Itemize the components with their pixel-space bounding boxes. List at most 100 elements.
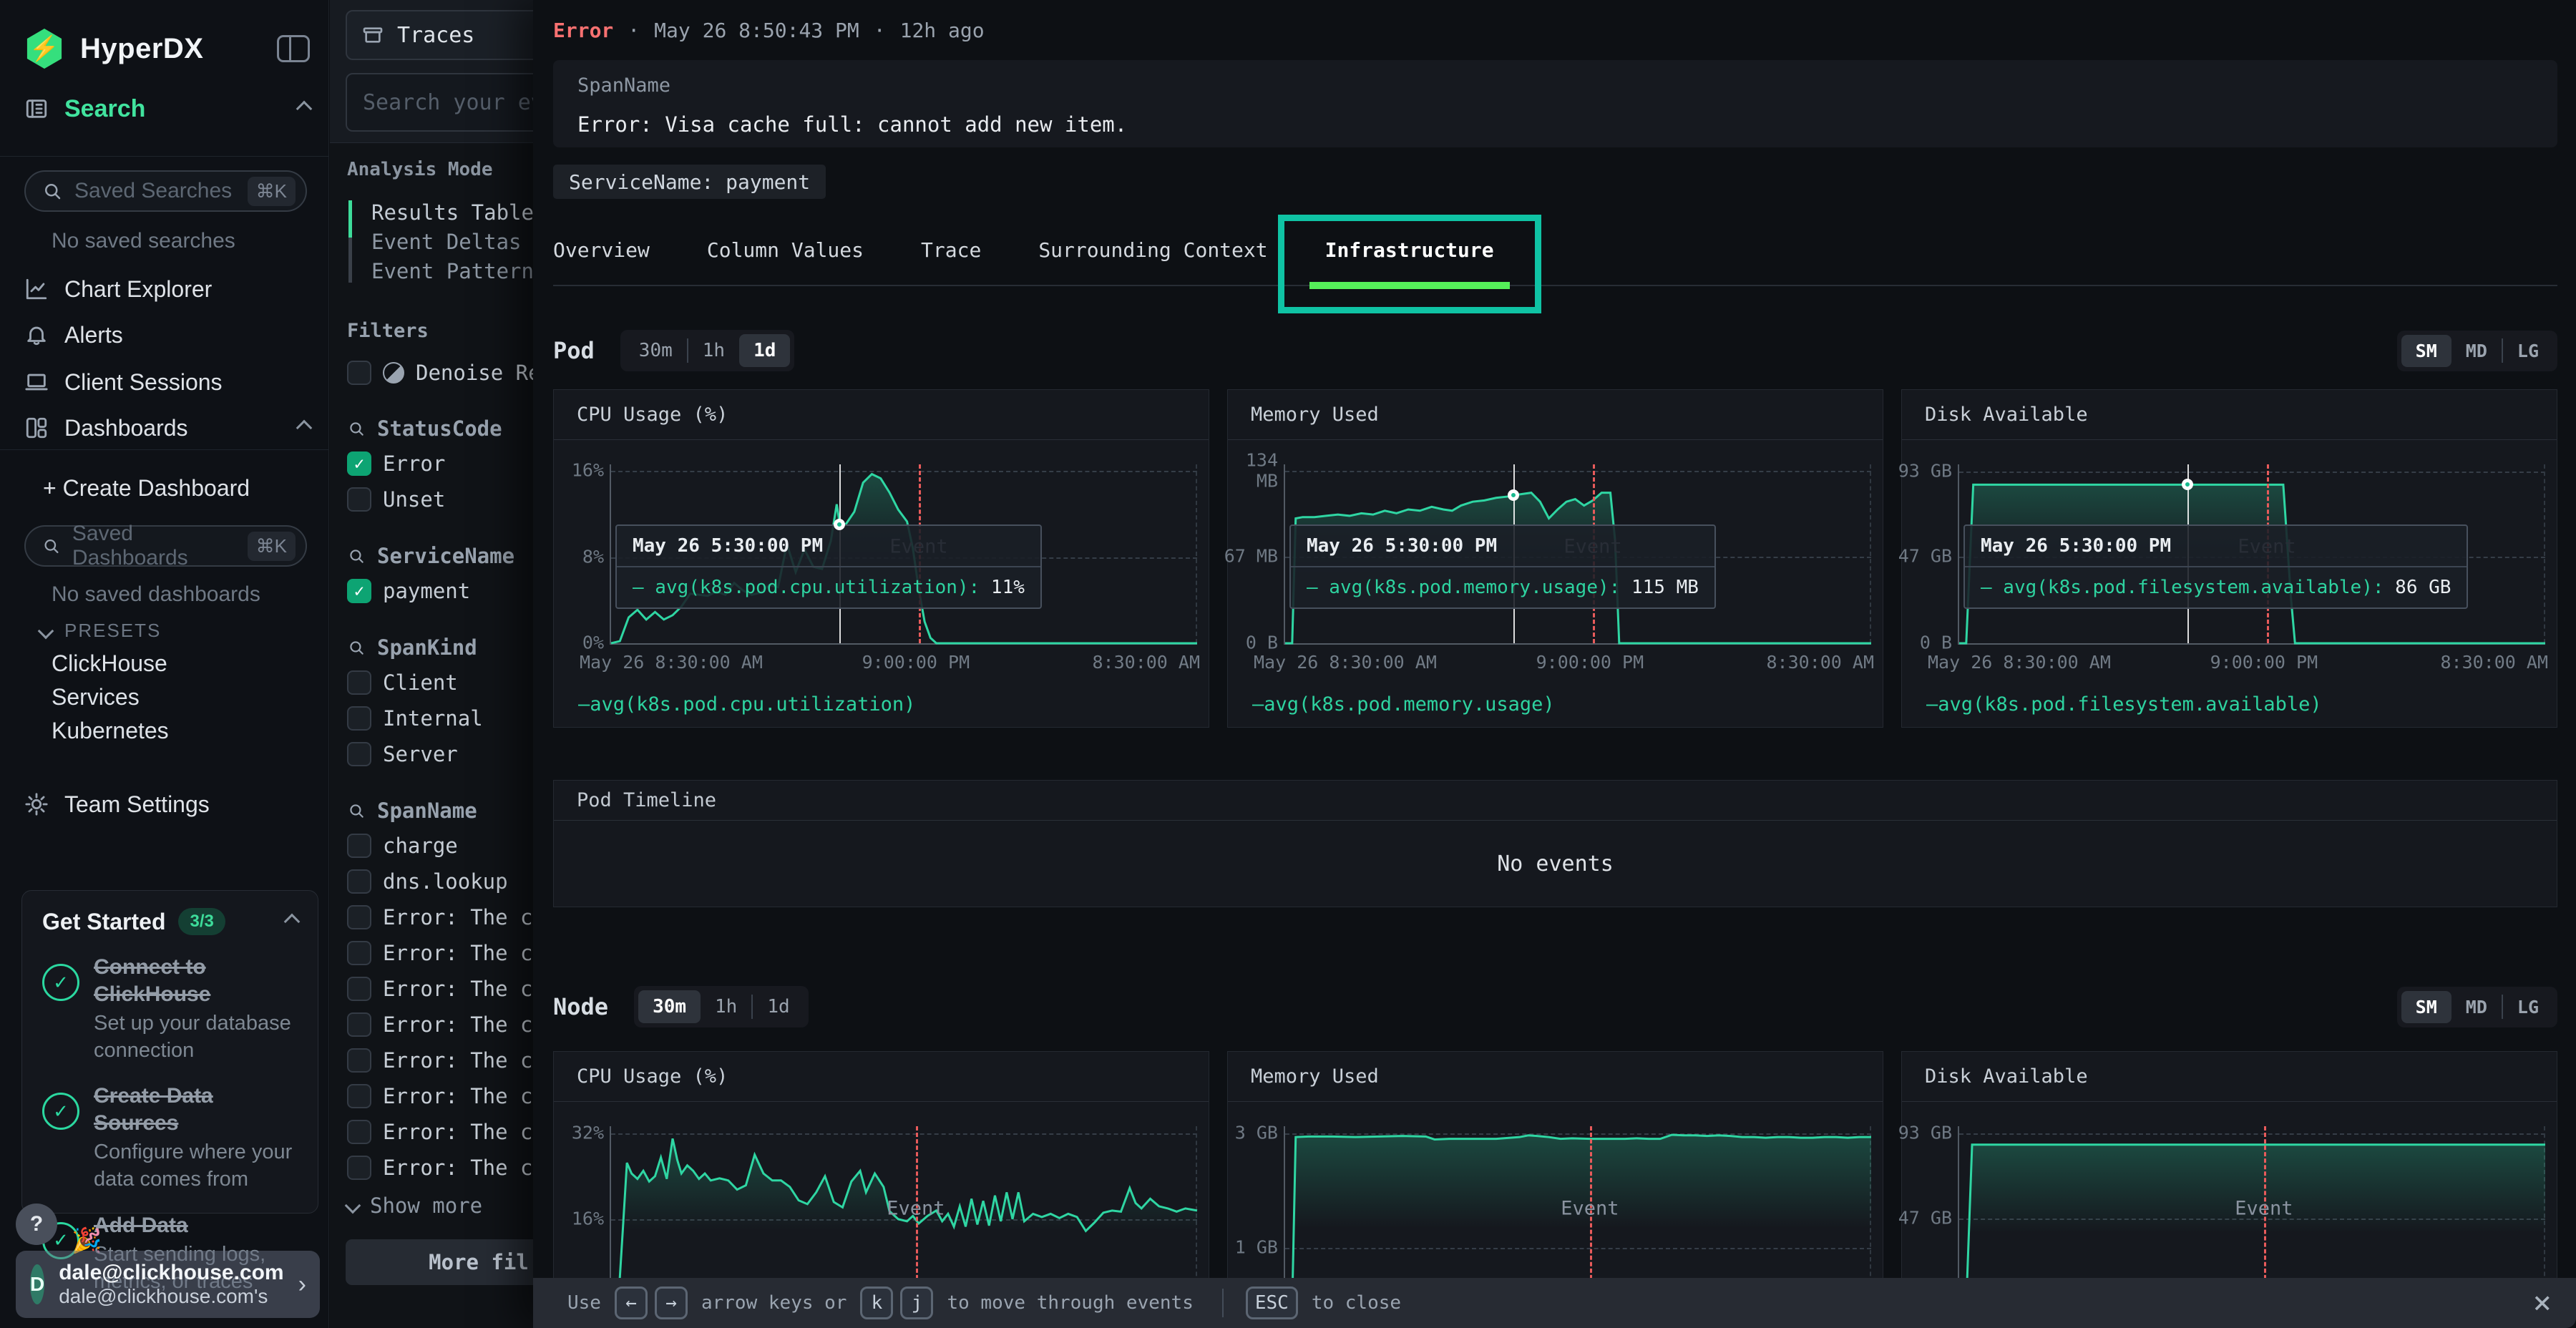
hover-point-marker bbox=[2182, 479, 2193, 490]
checkbox[interactable] bbox=[347, 977, 371, 1001]
checkbox[interactable] bbox=[347, 869, 371, 894]
tooltip-timestamp: May 26 5:30:00 PM bbox=[617, 526, 1040, 567]
chart-line-icon bbox=[24, 277, 49, 301]
get-started-item[interactable]: ✓Create Data SourcesConfigure where your… bbox=[42, 1083, 298, 1193]
event-search-placeholder: Search your ev bbox=[363, 90, 544, 115]
get-started-item-title: Create Data Sources bbox=[94, 1083, 298, 1136]
node-size-sm[interactable]: SM bbox=[2401, 991, 2451, 1023]
y-axis-label: 47 GB bbox=[1890, 546, 1952, 567]
chart-title: Memory Used bbox=[1251, 1065, 1379, 1088]
sidebar-item-alerts[interactable]: Alerts bbox=[24, 315, 310, 355]
presets-label: PRESETS bbox=[64, 620, 161, 642]
y-axis-label: 134 MB bbox=[1216, 450, 1278, 492]
user-team: dale@clickhouse.com's bbox=[59, 1285, 283, 1308]
filter-option-label: Error: The cr bbox=[383, 905, 545, 929]
checkbox[interactable] bbox=[347, 487, 371, 512]
news-icon bbox=[24, 97, 49, 121]
checkbox-checked[interactable]: ✓ bbox=[347, 451, 371, 476]
arrow-keycap: ← bbox=[615, 1286, 648, 1319]
filter-group-name: ServiceName bbox=[377, 544, 514, 568]
checkbox[interactable] bbox=[347, 1048, 371, 1073]
user-menu[interactable]: D dale@clickhouse.com dale@clickhouse.co… bbox=[16, 1251, 320, 1318]
checkbox[interactable] bbox=[347, 1012, 371, 1037]
sidebar-preset-services[interactable]: Services bbox=[52, 680, 169, 714]
sidebar-item-search[interactable]: Search bbox=[24, 89, 310, 129]
saved-dashboards-input[interactable]: Saved Dashboards ⌘K bbox=[24, 525, 307, 567]
node-range-1h[interactable]: 1h bbox=[701, 990, 751, 1023]
checkbox[interactable] bbox=[347, 706, 371, 731]
y-axis-label: 93 GB bbox=[1890, 1123, 1952, 1144]
checkbox[interactable] bbox=[347, 905, 371, 929]
y-axis-label: 1 GB bbox=[1216, 1237, 1278, 1258]
close-icon[interactable]: × bbox=[2533, 1287, 2552, 1319]
service-name-chip[interactable]: ServiceName: payment bbox=[553, 165, 826, 199]
checkbox[interactable] bbox=[347, 1084, 371, 1108]
collapse-sidebar-icon[interactable] bbox=[277, 35, 310, 62]
pod-range-30m[interactable]: 30m bbox=[625, 334, 687, 367]
sidebar-item-chart-explorer[interactable]: Chart Explorer bbox=[24, 269, 310, 309]
chart-body: 16%8%0%EventMay 26 5:30:00 PM— avg(k8s.p… bbox=[554, 440, 1209, 727]
checkbox[interactable] bbox=[347, 670, 371, 695]
chart-body: 93 GB47 GB0 BEventMay 26 5:30:00 PM— avg… bbox=[1902, 440, 2557, 727]
tab-surrounding-context[interactable]: Surrounding Context bbox=[1038, 215, 1267, 285]
presets-toggle[interactable]: PRESETS bbox=[40, 620, 161, 642]
checkbox[interactable] bbox=[347, 941, 371, 965]
arrow-keycap: → bbox=[655, 1286, 688, 1319]
pod-size-lg[interactable]: LG bbox=[2503, 335, 2553, 367]
node-size-lg[interactable]: LG bbox=[2503, 991, 2553, 1023]
get-started-item[interactable]: ✓Connect to ClickHouseSet up your databa… bbox=[42, 954, 298, 1064]
sidebar-item-team-settings[interactable]: Team Settings bbox=[24, 784, 310, 824]
checkbox[interactable] bbox=[347, 834, 371, 858]
checkbox[interactable] bbox=[347, 1120, 371, 1144]
chart-header: Memory Used bbox=[1228, 1052, 1883, 1102]
chart-header: CPU Usage (%) bbox=[554, 1052, 1209, 1102]
sidebar-preset-kubernetes[interactable]: Kubernetes bbox=[52, 714, 169, 748]
pod-range-toggle: 30m1h1d bbox=[620, 330, 795, 371]
chevron-up-icon[interactable] bbox=[284, 914, 301, 930]
filter-option-label: charge bbox=[383, 834, 458, 858]
node-range-1d[interactable]: 1d bbox=[753, 990, 804, 1023]
footer-divider bbox=[1222, 1289, 1224, 1317]
tooltip-series-name: — avg(k8s.pod.memory.usage): bbox=[1307, 577, 1620, 598]
denoise-checkbox[interactable] bbox=[347, 361, 371, 385]
tab-column-values[interactable]: Column Values bbox=[707, 215, 864, 285]
tooltip-series-name: — avg(k8s.pod.filesystem.available): bbox=[1981, 577, 2384, 598]
chevron-up-icon[interactable] bbox=[296, 101, 313, 117]
avatar: D bbox=[30, 1264, 44, 1304]
help-button[interactable]: ? bbox=[16, 1204, 57, 1245]
pod-size-sm[interactable]: SM bbox=[2401, 335, 2451, 367]
chart-title: CPU Usage (%) bbox=[577, 404, 728, 426]
sidebar-item-dashboards[interactable]: Dashboards bbox=[24, 408, 310, 448]
saved-searches-input[interactable]: Saved Searches ⌘K bbox=[24, 170, 307, 212]
span-name-label: SpanName bbox=[577, 74, 2533, 97]
checkbox-checked[interactable]: ✓ bbox=[347, 579, 371, 603]
tooltip-series-name: — avg(k8s.pod.cpu.utilization): bbox=[633, 577, 980, 598]
checkbox[interactable] bbox=[347, 742, 371, 766]
service-name-chip-label: ServiceName: payment bbox=[569, 170, 810, 194]
tooltip-timestamp: May 26 5:30:00 PM bbox=[1291, 526, 1714, 567]
chart-plot-pod-mem[interactable]: 134 MB67 MB0 BEventMay 26 5:30:00 PM— av… bbox=[1284, 464, 1871, 645]
get-started-item-text: Connect to ClickHouseSet up your databas… bbox=[94, 954, 298, 1064]
divider bbox=[0, 156, 328, 157]
sidebar-preset-clickhouse[interactable]: ClickHouse bbox=[52, 647, 169, 680]
chart-plot-pod-disk[interactable]: 93 GB47 GB0 BEventMay 26 5:30:00 PM— avg… bbox=[1958, 464, 2545, 645]
get-started-progress-badge: 3/3 bbox=[178, 908, 225, 935]
chevron-up-icon[interactable] bbox=[296, 420, 313, 436]
node-size-md[interactable]: MD bbox=[2451, 991, 2502, 1023]
hyperdx-logo-icon: ⚡ bbox=[24, 29, 64, 69]
pod-size-md[interactable]: MD bbox=[2451, 335, 2502, 367]
tab-overview[interactable]: Overview bbox=[553, 215, 650, 285]
tab-trace[interactable]: Trace bbox=[921, 215, 981, 285]
pod-range-1d[interactable]: 1d bbox=[739, 334, 790, 367]
checkbox[interactable] bbox=[347, 1156, 371, 1180]
tooltip-series-value: 11% bbox=[980, 577, 1025, 598]
chart-card-pod-mem: Memory Used134 MB67 MB0 BEventMay 26 5:3… bbox=[1227, 389, 1883, 728]
screen: ⚡ HyperDX Search Saved Searches ⌘K No sa… bbox=[0, 0, 2576, 1328]
create-dashboard-button[interactable]: + Create Dashboard bbox=[43, 468, 310, 508]
sidebar-item-client-sessions[interactable]: Client Sessions bbox=[24, 362, 310, 402]
node-range-30m[interactable]: 30m bbox=[638, 990, 701, 1023]
tab-infrastructure[interactable]: Infrastructure bbox=[1325, 215, 1494, 285]
filter-option-label: Error: The cr bbox=[383, 1084, 545, 1108]
pod-range-1h[interactable]: 1h bbox=[688, 334, 739, 367]
chart-plot-pod-cpu[interactable]: 16%8%0%EventMay 26 5:30:00 PM— avg(k8s.p… bbox=[610, 464, 1197, 645]
